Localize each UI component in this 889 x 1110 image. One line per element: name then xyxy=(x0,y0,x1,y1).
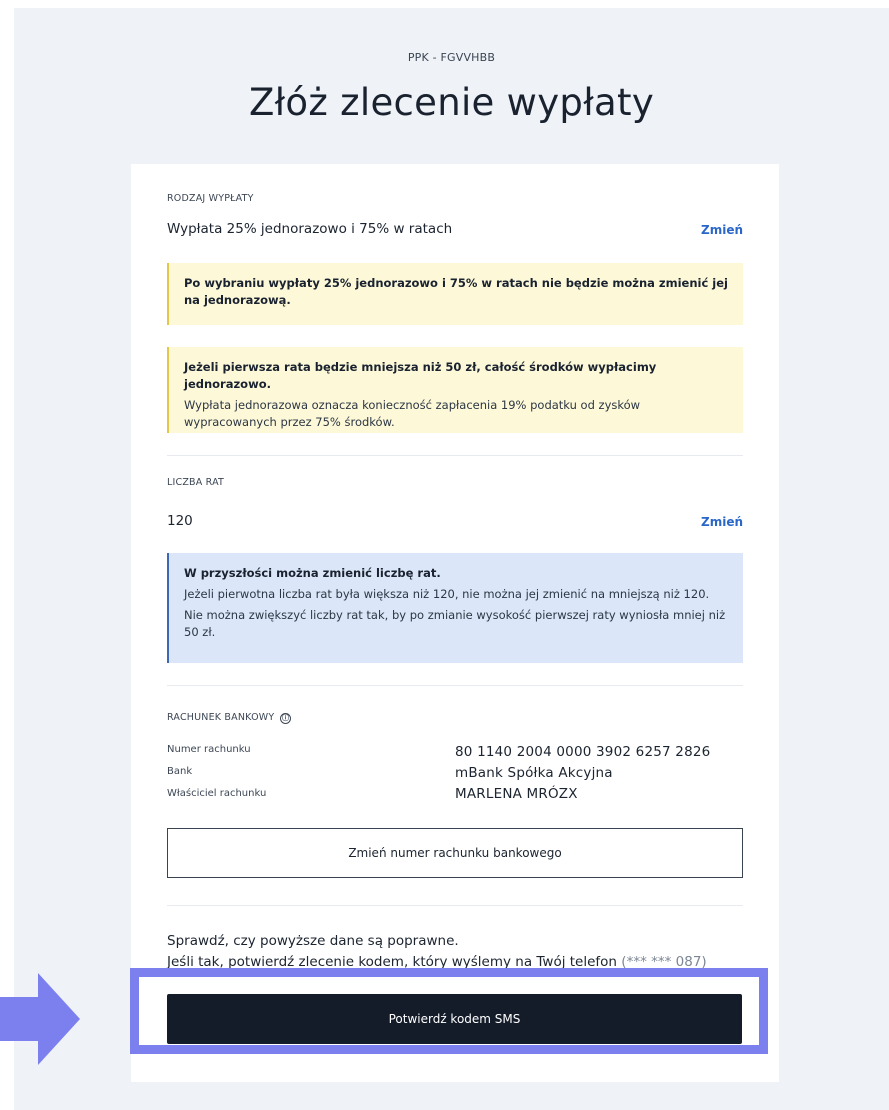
warning-note-title: Jeżeli pierwsza rata będzie mniejsza niż… xyxy=(184,360,657,391)
installments-value: 120 xyxy=(167,513,193,529)
change-payout-type-link[interactable]: Zmień xyxy=(701,223,743,237)
payout-type-value: Wypłata 25% jednorazowo i 75% w ratach xyxy=(167,221,453,237)
arrow-right-icon xyxy=(0,973,80,1065)
bank-account-label: RACHUNEK BANKOWY xyxy=(167,712,275,723)
payout-type-label: RODZAJ WYPŁATY xyxy=(167,193,254,204)
info-note-title: W przyszłości można zmienić liczbę rat. xyxy=(184,566,441,580)
page-title: Złóż zlecenie wypłaty xyxy=(248,81,655,124)
info-icon[interactable]: ⓘ xyxy=(280,713,291,724)
confirm-sms-button[interactable]: Potwierdź kodem SMS xyxy=(167,994,742,1044)
bank-name-value: mBank Spółka Akcyjna xyxy=(455,765,613,781)
section-divider xyxy=(167,685,743,686)
section-divider xyxy=(167,455,743,456)
warning-note-min-installment: Jeżeli pierwsza rata będzie mniejsza niż… xyxy=(167,347,743,433)
info-note-line2: Nie można zwiększyć liczby rat tak, by p… xyxy=(184,608,726,639)
installments-label: LICZBA RAT xyxy=(167,477,225,488)
info-note-installments: W przyszłości można zmienić liczbę rat. … xyxy=(167,553,743,663)
confirmation-line1: Sprawdź, czy powyższe dane są poprawne. xyxy=(167,933,459,949)
info-note-line1: Jeżeli pierwotna liczba rat była większa… xyxy=(184,587,710,601)
bank-name-label: Bank xyxy=(167,766,193,777)
section-divider xyxy=(167,905,743,906)
payout-form-card: RODZAJ WYPŁATY Wypłata 25% jednorazowo i… xyxy=(131,164,779,1082)
warning-note-payout-change: Po wybraniu wypłaty 25% jednorazowo i 75… xyxy=(167,263,743,325)
confirm-sms-label: Potwierdź kodem SMS xyxy=(388,1012,521,1026)
change-bank-account-button[interactable]: Zmień numer rachunku bankowego xyxy=(167,828,743,878)
breadcrumb: PPK - FGVVHBB xyxy=(407,51,496,64)
warning-note-body: Wypłata jednorazowa oznacza konieczność … xyxy=(184,398,641,429)
change-bank-account-label: Zmień numer rachunku bankowego xyxy=(348,846,562,860)
account-number-value: 80 1140 2004 0000 3902 6257 2826 xyxy=(455,744,711,760)
account-owner-label: Właściciel rachunku xyxy=(167,788,267,799)
change-installments-link[interactable]: Zmień xyxy=(701,515,743,529)
account-owner-value: MARLENA MRÓZX xyxy=(455,786,578,802)
warning-note-text: Po wybraniu wypłaty 25% jednorazowo i 75… xyxy=(184,276,728,307)
account-number-label: Numer rachunku xyxy=(167,744,251,755)
